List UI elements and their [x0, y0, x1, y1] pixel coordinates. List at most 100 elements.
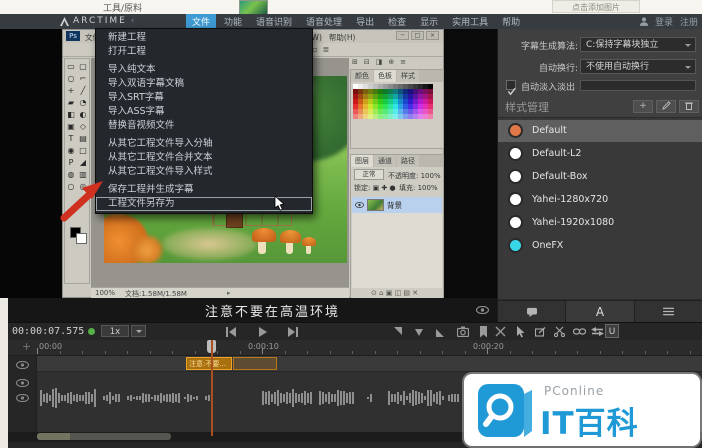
scissors-icon[interactable]: [554, 326, 565, 337]
track1-eye-icon[interactable]: [16, 361, 29, 369]
speed-dropdown-arrow[interactable]: [131, 325, 146, 337]
file-menu-item[interactable]: 新建工程: [96, 31, 312, 45]
file-menu-item[interactable]: 保存工程并生成字幕: [96, 183, 312, 197]
scrollbar-handle[interactable]: [37, 433, 171, 440]
arctime-menu-item[interactable]: 实用工具: [446, 14, 494, 29]
swatches-tab-1[interactable]: 颜色: [351, 70, 373, 82]
file-menu-item[interactable]: 导入SRT字幕: [96, 91, 312, 105]
delete-style-button[interactable]: [679, 100, 699, 113]
photoshop-tool-icon[interactable]: ○: [65, 73, 77, 85]
photoshop-tool-icon[interactable]: ▰: [65, 97, 77, 109]
page-thumbnail-image[interactable]: [239, 0, 268, 15]
photoshop-tool-icon[interactable]: ╱: [77, 85, 89, 97]
close-button[interactable]: ×: [426, 31, 439, 40]
photoshop-tool-icon[interactable]: ◐: [77, 109, 89, 121]
wrap-select[interactable]: 不使用自动换行: [580, 59, 696, 74]
layer-visibility-eye-icon[interactable]: [355, 202, 364, 208]
subtitle-clip-selected[interactable]: 注意:不要...: [186, 357, 232, 370]
photoshop-tool-icon[interactable]: ◢: [77, 157, 89, 169]
photoshop-menu-item[interactable]: 帮助(H): [329, 32, 356, 43]
arctime-menu-item[interactable]: 语音识别: [250, 14, 298, 29]
fade-checkbox[interactable]: [506, 80, 516, 90]
background-color-swatch[interactable]: [76, 233, 87, 244]
style-row-default-l2[interactable]: Default-L2: [498, 143, 702, 165]
layers-tab-3[interactable]: 路径: [397, 155, 419, 167]
edit-style-button[interactable]: [656, 100, 676, 113]
arctime-menu-item[interactable]: 显示: [414, 14, 444, 29]
photoshop-tool-icon[interactable]: P: [65, 157, 77, 169]
swatches-tab-3[interactable]: 样式: [397, 70, 419, 82]
file-menu-item[interactable]: 导入ASS字幕: [96, 105, 312, 119]
file-menu-item[interactable]: 导入纯文本: [96, 63, 312, 77]
photoshop-tool-icon[interactable]: T: [65, 133, 77, 145]
minimize-button[interactable]: ─: [396, 31, 409, 40]
add-track-button[interactable]: +: [22, 340, 31, 353]
layer-row-background[interactable]: 背景: [352, 197, 442, 213]
layers-tab-2[interactable]: 通道: [374, 155, 396, 167]
swatches-tab-2[interactable]: 色板: [374, 70, 396, 82]
move-down-tool-icon[interactable]: [414, 327, 424, 337]
color-swatch[interactable]: [428, 114, 433, 119]
play-button[interactable]: [258, 327, 268, 337]
photoshop-tool-icon[interactable]: □: [77, 145, 89, 157]
photoshop-tool-icon[interactable]: ◇: [77, 121, 89, 133]
photoshop-tool-icon[interactable]: ▢: [77, 61, 89, 73]
swap-icon[interactable]: [591, 327, 604, 336]
move-corner-tool-icon[interactable]: [436, 327, 446, 337]
arctime-menu-item[interactable]: 检查: [382, 14, 412, 29]
photoshop-tool-icon[interactable]: +: [65, 85, 77, 97]
preview-eye-icon[interactable]: [476, 306, 489, 314]
skip-back-button[interactable]: [226, 327, 236, 337]
arctime-menu-item[interactable]: 帮助: [496, 14, 526, 29]
skip-forward-button[interactable]: [288, 327, 298, 337]
playback-speed-select[interactable]: 1x: [101, 325, 129, 337]
tab-styles[interactable]: A: [566, 300, 634, 322]
algorithm-select[interactable]: C:保持字幕块独立: [580, 37, 696, 52]
opacity-value[interactable]: 100%: [421, 172, 441, 180]
layers-tab-1[interactable]: 图层: [351, 155, 373, 167]
timeline-ruler[interactable]: + 00:000:00:100:00:20: [8, 340, 702, 356]
arctime-menu-item[interactable]: 功能: [218, 14, 248, 29]
subtitle-track[interactable]: 注意:不要...: [37, 356, 702, 372]
u-tool-button[interactable]: U: [605, 324, 619, 338]
lock-icons[interactable]: ▣ ✚ ●: [373, 184, 396, 192]
zoom-level[interactable]: 100%: [95, 289, 115, 297]
photoshop-tool-icon[interactable]: ◔: [77, 97, 89, 109]
tab-subtitles[interactable]: [498, 300, 566, 322]
style-row-yahei-1920x1080[interactable]: Yahei-1920x1080: [498, 212, 702, 234]
edit-clip-icon[interactable]: [535, 327, 546, 337]
layers-panel-footer-icons[interactable]: ⊙ ⌂ ▣ ◫ ▤ ✕: [371, 289, 418, 297]
file-menu-item[interactable]: 从其它工程文件导入样式: [96, 165, 312, 179]
photoshop-tool-icon[interactable]: ⌐: [77, 73, 89, 85]
link-icon[interactable]: [573, 328, 586, 335]
move-up-tool-icon[interactable]: [392, 327, 402, 337]
photoshop-tool-icon[interactable]: ▭: [65, 61, 77, 73]
add-image-button[interactable]: 点击添加图片: [552, 0, 640, 13]
maximize-button[interactable]: □: [411, 31, 424, 40]
option-bar-icon[interactable]: ≣: [322, 45, 329, 54]
file-menu-item[interactable]: 从其它工程文件导入分轴: [96, 137, 312, 151]
file-menu-item[interactable]: 导入双语字幕文稿: [96, 77, 312, 91]
style-row-yahei-1280x720[interactable]: Yahei-1280x720: [498, 189, 702, 211]
add-style-button[interactable]: +: [633, 100, 653, 113]
fade-input[interactable]: [580, 80, 696, 91]
photoshop-tool-icon[interactable]: ◧: [65, 109, 77, 121]
photoshop-tool-icon[interactable]: ▣: [65, 121, 77, 133]
tab-list[interactable]: [635, 300, 702, 322]
track3-eye-icon[interactable]: [16, 394, 29, 402]
fill-value[interactable]: 100%: [418, 184, 438, 192]
file-menu-item[interactable]: 替换音视频文件: [96, 119, 312, 133]
style-row-onefx[interactable]: OneFX: [498, 235, 702, 257]
style-row-default-box[interactable]: Default-Box: [498, 166, 702, 188]
selection-cursor-icon[interactable]: [516, 326, 525, 338]
login-link[interactable]: 登录: [655, 15, 673, 28]
track2-eye-icon[interactable]: [16, 379, 29, 387]
register-link[interactable]: 注册: [680, 15, 698, 28]
blend-mode-select[interactable]: 正常: [354, 169, 384, 180]
arctime-menu-item[interactable]: 语音处理: [300, 14, 348, 29]
photoshop-tool-icon[interactable]: ▤: [77, 133, 89, 145]
style-row-default[interactable]: Default: [498, 120, 702, 142]
camera-icon[interactable]: [457, 326, 469, 337]
file-menu-item[interactable]: 打开工程: [96, 45, 312, 59]
cut-tool-icon[interactable]: [495, 326, 506, 337]
